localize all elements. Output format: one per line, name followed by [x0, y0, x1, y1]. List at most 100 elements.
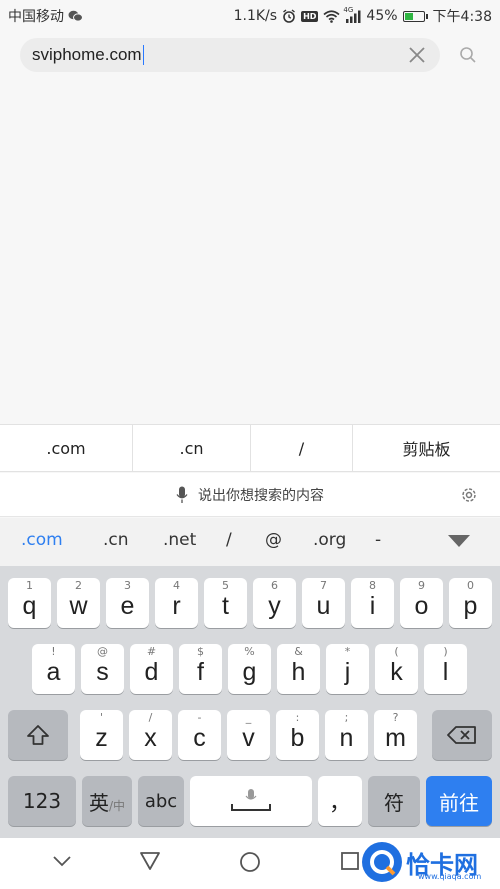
symbols-key[interactable]: 符: [368, 776, 420, 826]
key-h[interactable]: & h: [277, 644, 320, 694]
suggestion-strip: .com .cn / 剪贴板: [0, 424, 500, 472]
key-z[interactable]: ' z: [80, 710, 123, 760]
key-hint: %: [244, 645, 255, 658]
key-hint: _: [245, 711, 252, 724]
key-label: v: [242, 723, 255, 752]
key-label: t: [222, 591, 229, 620]
key-p[interactable]: 0p: [449, 578, 492, 628]
battery-icon: [402, 10, 428, 22]
status-bar: 中国移动 1.1K/s HD 4G 45% 下午4:38: [0, 0, 500, 32]
suggestion-item[interactable]: .cn: [133, 425, 251, 471]
numbers-key[interactable]: 123: [8, 776, 76, 826]
watermark-url: www.qiaqa.com: [418, 872, 482, 881]
collapse-keyboard-icon[interactable]: [448, 535, 470, 547]
quick-key[interactable]: .cn: [103, 530, 129, 550]
wifi-icon: [323, 9, 340, 23]
suggestion-item[interactable]: .com: [0, 425, 133, 471]
key-label: c: [193, 723, 206, 752]
suggestion-item[interactable]: /: [251, 425, 353, 471]
key-label: z: [95, 723, 108, 752]
comma-key[interactable]: ，: [318, 776, 362, 826]
numbers-key-label: 123: [22, 789, 62, 813]
key-label: s: [96, 657, 109, 686]
key-hint: $: [197, 645, 204, 658]
key-r[interactable]: 4r: [155, 578, 198, 628]
key-j[interactable]: * j: [326, 644, 369, 694]
key-b[interactable]: :b: [276, 710, 319, 760]
key-v[interactable]: _ v: [227, 710, 270, 760]
key-l[interactable]: ) l: [424, 644, 467, 694]
key-label: d: [144, 657, 159, 686]
search-input-value: sviphome.com: [32, 45, 142, 64]
carrier-label: 中国移动: [8, 9, 64, 25]
quick-key[interactable]: .com: [21, 530, 63, 550]
key-k[interactable]: (k: [375, 644, 418, 694]
quick-key[interactable]: @: [265, 530, 282, 550]
key-hint: 8: [369, 579, 376, 592]
key-o[interactable]: 9o: [400, 578, 443, 628]
key-hint: ): [443, 645, 448, 658]
backspace-key[interactable]: [432, 710, 492, 760]
key-q[interactable]: 1q: [8, 578, 51, 628]
hd-icon: HD: [301, 10, 319, 22]
alarm-icon: [282, 9, 296, 23]
key-f[interactable]: $ f: [179, 644, 222, 694]
key-m[interactable]: ? m: [374, 710, 417, 760]
suggestion-clipboard[interactable]: 剪贴板: [353, 425, 500, 471]
quick-key[interactable]: -: [375, 530, 381, 550]
key-e[interactable]: 3e: [106, 578, 149, 628]
recents-icon[interactable]: [340, 851, 360, 871]
key-hint: 3: [124, 579, 131, 592]
key-hint: 1: [26, 579, 33, 592]
key-hint: 6: [271, 579, 278, 592]
key-s[interactable]: @ s: [81, 644, 124, 694]
key-hint: 5: [222, 579, 229, 592]
language-key-label: 英: [88, 790, 109, 815]
key-label: a: [46, 657, 61, 686]
key-i[interactable]: 8i: [351, 578, 394, 628]
key-hint: 2: [75, 579, 82, 592]
key-d[interactable]: # d: [130, 644, 173, 694]
shift-key[interactable]: [8, 710, 68, 760]
key-c[interactable]: -c: [178, 710, 221, 760]
hide-keyboard-icon[interactable]: [53, 855, 71, 867]
key-label: j: [344, 657, 351, 686]
go-button-label: 前往: [439, 790, 479, 815]
quick-key[interactable]: .net: [163, 530, 196, 550]
clear-button[interactable]: [402, 42, 432, 68]
back-icon[interactable]: [139, 851, 161, 871]
key-y[interactable]: 6y: [253, 578, 296, 628]
key-label: k: [390, 657, 403, 686]
key-t[interactable]: 5t: [204, 578, 247, 628]
key-hint: 9: [418, 579, 425, 592]
voice-input-bar[interactable]: 说出你想搜索的内容: [0, 473, 500, 517]
voice-prompt-label: 说出你想搜索的内容: [198, 487, 324, 504]
watermark-logo: [362, 842, 402, 882]
home-icon[interactable]: [239, 851, 261, 873]
key-label: m: [385, 723, 406, 752]
abc-key-label: abc: [144, 790, 178, 812]
key-a[interactable]: ! a: [32, 644, 75, 694]
key-g[interactable]: % g: [228, 644, 271, 694]
signal-icon: 4G: [343, 6, 361, 23]
quick-key[interactable]: /: [226, 530, 232, 550]
key-u[interactable]: 7u: [302, 578, 345, 628]
gear-icon[interactable]: [460, 486, 478, 504]
search-button[interactable]: [455, 43, 481, 67]
key-label: e: [120, 591, 135, 620]
key-n[interactable]: ; n: [325, 710, 368, 760]
go-button[interactable]: 前往: [426, 776, 492, 826]
key-hint: ': [99, 711, 104, 724]
results-area: [0, 80, 500, 424]
key-w[interactable]: 2w: [57, 578, 100, 628]
search-input[interactable]: sviphome.com: [20, 38, 440, 72]
language-switch-key[interactable]: 英/中: [82, 776, 132, 826]
key-label: l: [442, 657, 449, 686]
quick-key[interactable]: .org: [313, 530, 346, 550]
space-key[interactable]: [190, 776, 312, 826]
network-type-label: 4G: [343, 5, 354, 14]
abc-key[interactable]: abc: [138, 776, 184, 826]
screen: 中国移动 1.1K/s HD 4G 45% 下午4:38 sviphome.co…: [0, 0, 500, 889]
key-x[interactable]: / x: [129, 710, 172, 760]
key-label: o: [414, 591, 429, 620]
